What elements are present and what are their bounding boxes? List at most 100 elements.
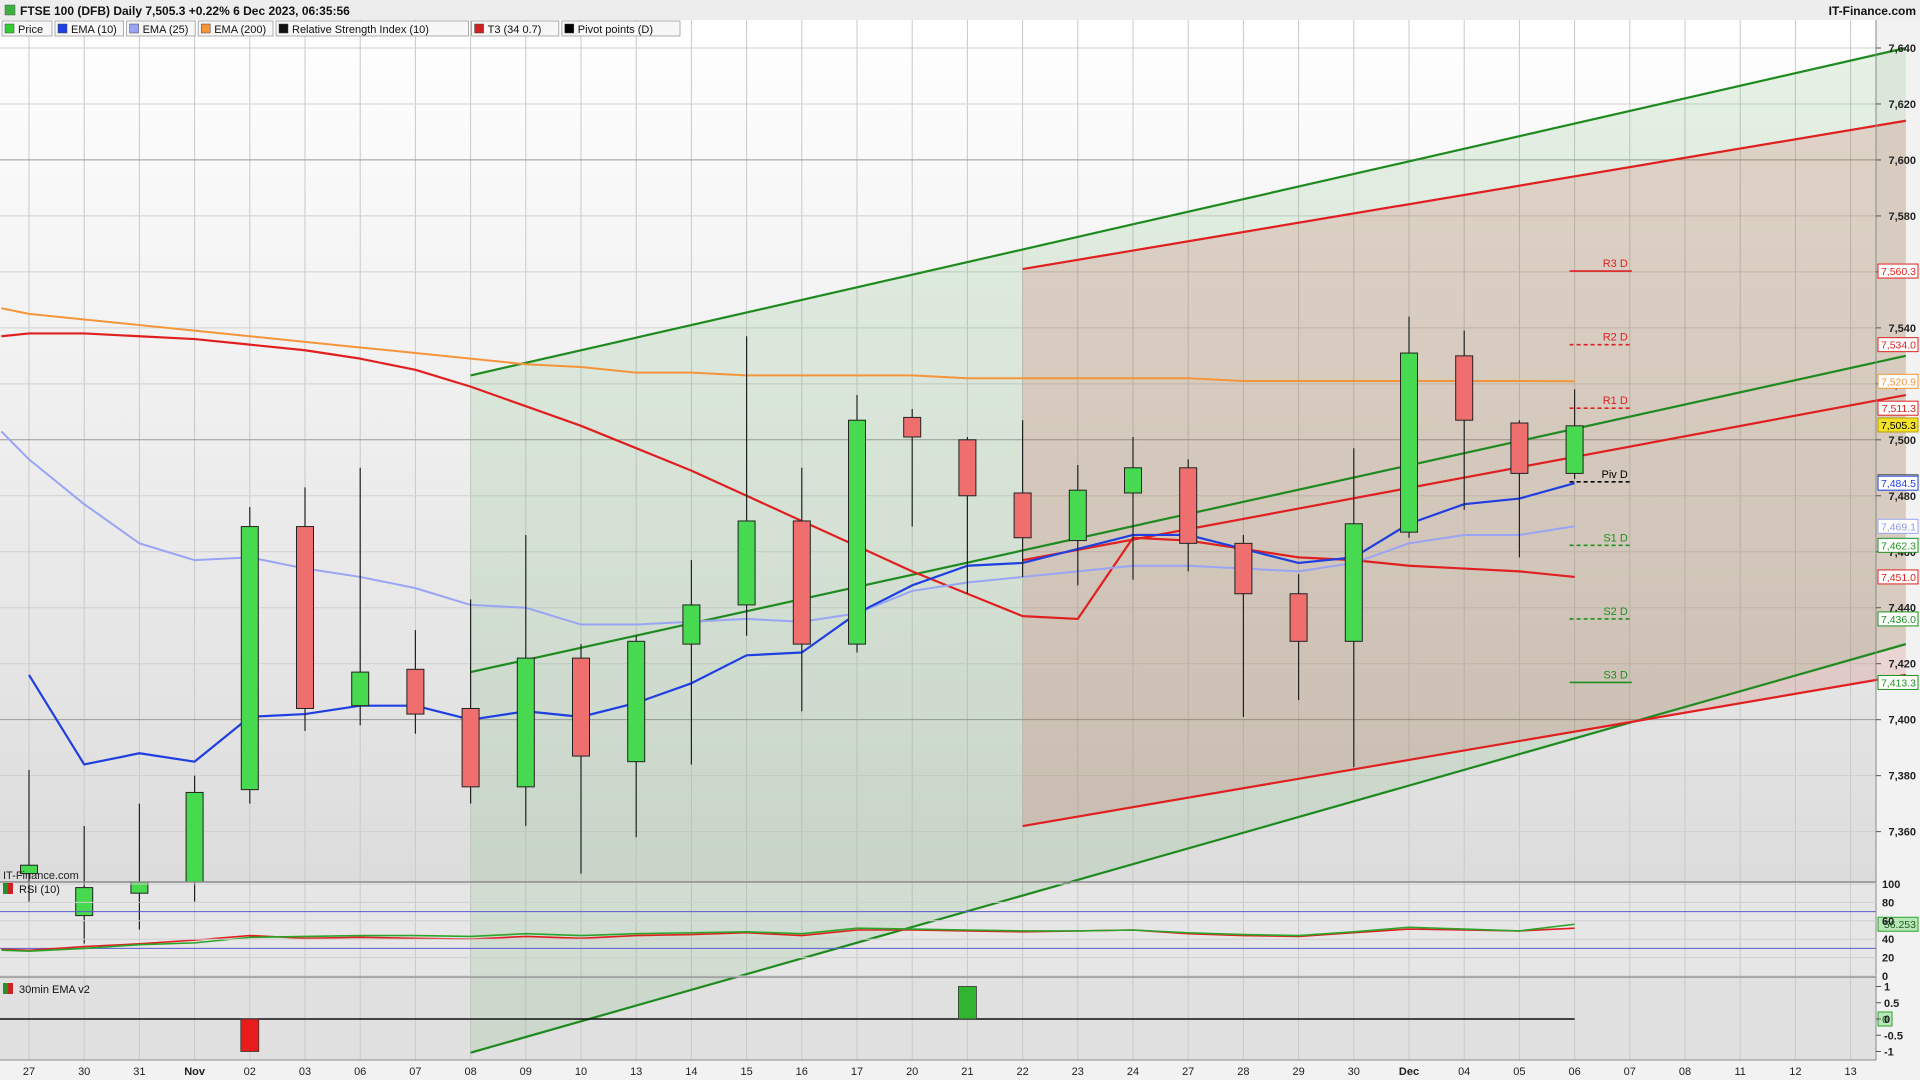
candle-body-down — [406, 668, 425, 715]
date-tick-label: 27 — [23, 1066, 35, 1078]
pivot-label: Piv D — [1602, 469, 1628, 481]
date-tick-label: 07 — [409, 1066, 421, 1078]
candle-body-down — [1013, 492, 1032, 539]
ema-tick-label: 0 — [1884, 1014, 1890, 1026]
date-tick-label: 30 — [1348, 1066, 1360, 1078]
price-tag-label: 7,484.5 — [1881, 478, 1916, 490]
candle-body-down — [1179, 467, 1198, 544]
price-tick-label: 7,620 — [1888, 99, 1916, 111]
legend-label: EMA (10) — [71, 24, 117, 36]
legend-label: T3 (34 0.7) — [488, 24, 542, 36]
price-tick-label: 7,540 — [1888, 323, 1916, 335]
date-tick-label: 05 — [1513, 1066, 1525, 1078]
ema-panel-icon-left — [3, 983, 8, 994]
candle-body-down — [1510, 422, 1529, 474]
candle-body-up — [1124, 467, 1142, 494]
candle-body-down — [461, 707, 480, 788]
date-tick-label: 09 — [520, 1066, 532, 1078]
price-tag-label: 7,534.0 — [1881, 340, 1916, 352]
date-tick-label: 13 — [1844, 1066, 1856, 1078]
pivot-label: R1 D — [1603, 395, 1628, 407]
legend-label: Pivot points (D) — [578, 24, 653, 36]
date-tick-label: 24 — [1127, 1066, 1139, 1078]
legend-label: Price — [18, 24, 43, 36]
candle-body-down — [958, 439, 977, 497]
legend-label: EMA (25) — [143, 24, 189, 36]
brand-label: IT-Finance.com — [1829, 4, 1916, 18]
price-tick-label: 7,420 — [1888, 659, 1916, 671]
candle-body-up — [240, 526, 259, 791]
price-tick-label: 7,400 — [1888, 715, 1916, 727]
date-tick-label: 29 — [1292, 1066, 1304, 1078]
price-tag-label: 7,560.3 — [1881, 266, 1916, 278]
candle-body-up — [351, 671, 370, 707]
watermark: IT-Finance.com — [3, 870, 79, 882]
date-tick-label: 22 — [1016, 1066, 1028, 1078]
candle-body-up — [627, 640, 646, 763]
date-tick-label: 28 — [1237, 1066, 1249, 1078]
candle-body-up — [1565, 425, 1584, 474]
date-tick-label: 07 — [1624, 1066, 1636, 1078]
price-tick-label: 7,380 — [1888, 771, 1916, 783]
date-tick-label: 16 — [796, 1066, 808, 1078]
pivot-label: R2 D — [1603, 332, 1628, 344]
legend-label: Relative Strength Index (10) — [292, 24, 429, 36]
date-tick-label: 03 — [299, 1066, 311, 1078]
rsi-tick-label: 20 — [1882, 953, 1894, 965]
candle-body-up — [1344, 523, 1363, 642]
date-tick-label: 15 — [740, 1066, 752, 1078]
price-tag-label: 7,520.9 — [1881, 376, 1916, 388]
candle-body-down — [903, 416, 922, 438]
legend-label: EMA (200) — [214, 24, 266, 36]
date-tick-label: Dec — [1399, 1066, 1419, 1078]
date-tick-label: 02 — [244, 1066, 256, 1078]
date-tick-label: 04 — [1458, 1066, 1470, 1078]
price-tag-label: 7,462.3 — [1881, 540, 1916, 552]
legend-color-icon — [200, 23, 211, 34]
price-tag-label: 7,413.3 — [1881, 677, 1916, 689]
pivot-label: S1 D — [1603, 532, 1628, 544]
date-tick-label: 21 — [961, 1066, 973, 1078]
price-tag-label: 7,436.0 — [1881, 614, 1916, 626]
candle-body-up — [1068, 489, 1087, 542]
chart-title: FTSE 100 (DFB) Daily 7,505.3 +0.22% 6 De… — [20, 4, 350, 18]
date-tick-label: 08 — [464, 1066, 476, 1078]
rsi-tick-label: 40 — [1882, 934, 1894, 946]
candle-body-up — [1400, 352, 1418, 533]
ema-tick-label: 0.5 — [1884, 998, 1899, 1010]
price-tick-label: 7,640 — [1888, 43, 1916, 55]
rsi-panel-label: RSI (10) — [19, 884, 60, 896]
legend-color-icon — [564, 23, 575, 34]
price-tag-label: 7,511.3 — [1882, 403, 1916, 415]
date-tick-label: 31 — [133, 1066, 145, 1078]
date-tick-label: 20 — [906, 1066, 918, 1078]
candle-body-up — [682, 604, 701, 645]
rsi-tick-label: 80 — [1882, 897, 1894, 909]
indicator-legend[interactable]: Price EMA (10) EMA (25) EMA (200) Relative S… — [1, 20, 681, 37]
date-tick-label: 23 — [1072, 1066, 1084, 1078]
ema-tick-label: 1 — [1884, 982, 1890, 994]
candle-body-up — [848, 419, 866, 645]
date-tick-label: 06 — [354, 1066, 366, 1078]
price-tick-label: 7,480 — [1888, 491, 1916, 503]
chart-canvas[interactable]: R3 DR2 DR1 DPiv DS1 DS2 DS3 D 56.253 0 7… — [0, 0, 1920, 1080]
legend-color-icon — [474, 23, 484, 34]
date-tick-label: 08 — [1679, 1066, 1691, 1078]
price-tag-label: 7,451.0 — [1881, 572, 1916, 584]
price-tick-label: 7,580 — [1888, 211, 1916, 223]
date-tick-label: 13 — [630, 1066, 642, 1078]
candle-body-up — [516, 657, 535, 788]
pivot-label: S3 D — [1603, 669, 1628, 681]
date-tick-label: 14 — [685, 1066, 697, 1078]
date-tick-label: 30 — [78, 1066, 90, 1078]
ema-panel-label: 30min EMA v2 — [19, 984, 90, 996]
price-tick-label: 7,360 — [1888, 827, 1916, 839]
date-tick-label: 12 — [1789, 1066, 1801, 1078]
date-tick-label: 17 — [851, 1066, 863, 1078]
candle-body-down — [1455, 355, 1474, 421]
price-tag-label: 7,469.1 — [1881, 521, 1916, 533]
candle-body-up — [737, 520, 756, 606]
date-tick-label: 06 — [1568, 1066, 1580, 1078]
candle-body-down — [296, 526, 314, 709]
date-tick-label: 27 — [1182, 1066, 1194, 1078]
